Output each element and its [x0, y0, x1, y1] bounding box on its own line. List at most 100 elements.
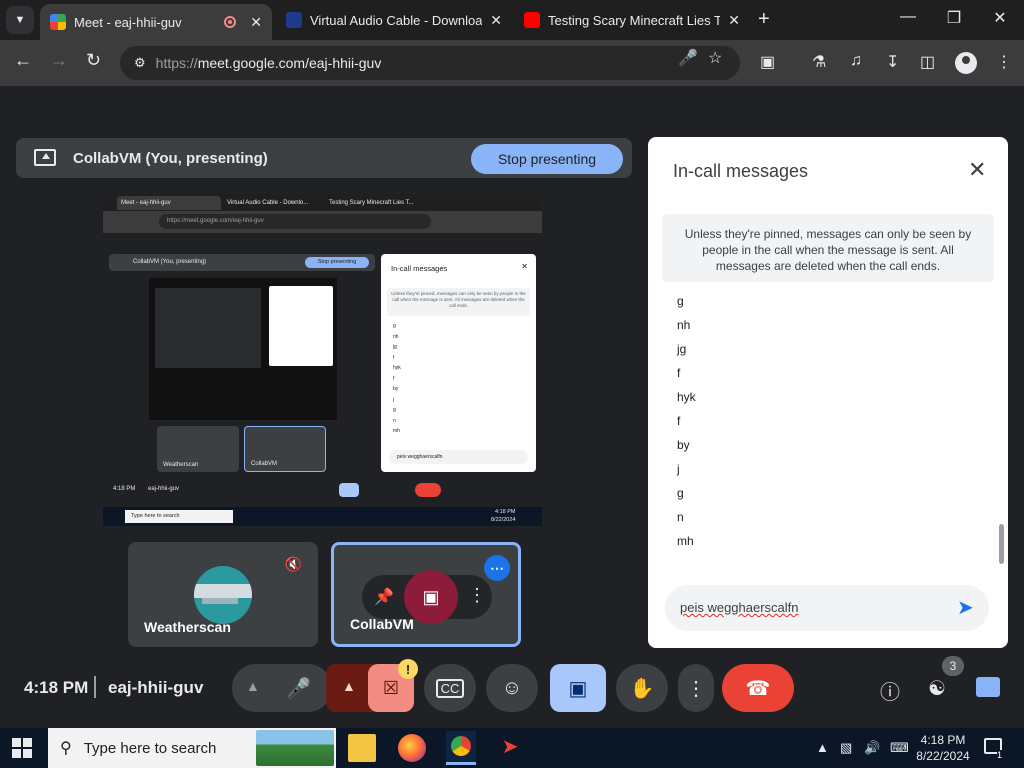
- preview-tab-strip: Meet - eaj-hhii-guv Virtual Audio Cable …: [103, 194, 542, 211]
- windows-start-icon[interactable]: [12, 738, 32, 758]
- keyboard-icon[interactable]: ⌨: [890, 740, 909, 756]
- preview-tab: Meet - eaj-hhii-guv: [117, 196, 221, 210]
- send-icon[interactable]: ➤: [957, 595, 974, 620]
- present-now-button[interactable]: ▣: [550, 664, 606, 712]
- closed-captions-icon: CC: [435, 678, 465, 698]
- tab-search-button[interactable]: ▼: [6, 6, 34, 34]
- preview-tile-name: CollabVM: [251, 461, 278, 467]
- file-explorer-icon[interactable]: [348, 734, 376, 762]
- preview-chat-panel: In-call messages ✕ Unless they're pinned…: [381, 254, 536, 472]
- preview-chat-note: Unless they're pinned, messages can only…: [387, 288, 530, 316]
- captions-button[interactable]: CC: [424, 664, 476, 712]
- mic-control-group: ▲ 🎤: [232, 664, 332, 712]
- stop-presenting-button[interactable]: Stop presenting: [471, 144, 623, 174]
- preview-stop-button: Stop presenting: [305, 257, 369, 268]
- tab-meet[interactable]: Meet - eaj-hhii-guv ✕: [40, 4, 272, 40]
- side-panel-icon[interactable]: ◫: [920, 52, 935, 72]
- chat-message-input[interactable]: peis wegghaerscalfn ➤: [665, 585, 989, 631]
- url-host: meet.google.com/eaj-hhii-guv: [197, 55, 382, 71]
- preview-time: 4:18 PM: [495, 509, 516, 515]
- mic-off-icon: 🔇: [284, 556, 302, 572]
- media-controls-icon[interactable]: ♫: [850, 52, 862, 70]
- reactions-button[interactable]: ☺: [486, 664, 538, 712]
- close-icon[interactable]: ✕: [968, 157, 986, 183]
- microphone-icon[interactable]: 🎤: [678, 48, 698, 68]
- chrome-icon[interactable]: [446, 731, 476, 765]
- vac-site-icon: [286, 12, 302, 28]
- back-button[interactable]: ←: [14, 50, 32, 71]
- preview-date: 8/22/2024: [491, 517, 516, 523]
- chevron-up-icon[interactable]: ▲: [342, 678, 356, 694]
- chat-title: In-call messages: [673, 161, 809, 181]
- chevron-up-icon[interactable]: ▲: [816, 740, 829, 755]
- divider: [94, 676, 96, 698]
- extensions-icon[interactable]: ▣: [760, 52, 775, 72]
- participant-tile-weatherscan[interactable]: 🔇 Weatherscan: [128, 542, 318, 647]
- volume-icon[interactable]: 🔊: [864, 740, 880, 756]
- minimize-button[interactable]: —: [898, 8, 918, 26]
- more-options-icon[interactable]: ⋮: [468, 585, 486, 606]
- windows-taskbar: ⚲ Type here to search ➤ ▲ ▧ 🔊 ⌨ 4:18 PM …: [0, 728, 1024, 768]
- meet-bottom-bar: 4:18 PM eaj-hhii-guv ▲ 🎤 ▲ ☒ CC ☺ ▣ ✋ ⋮ …: [0, 648, 1024, 728]
- close-window-button[interactable]: ✕: [990, 8, 1010, 28]
- tab-virtual-audio-cable[interactable]: Virtual Audio Cable - Download ✕: [276, 4, 512, 36]
- preview-message: hyk: [393, 365, 401, 371]
- app-pin-icon[interactable]: ➤: [496, 734, 524, 762]
- chat-scrollbar[interactable]: [999, 524, 1004, 564]
- chat-input-value: peis wegghaerscalfn: [680, 600, 799, 615]
- notification-count: 1: [997, 750, 1003, 760]
- new-tab-button[interactable]: +: [758, 8, 770, 31]
- chat-info-note: Unless they're pinned, messages can only…: [662, 214, 994, 282]
- pin-icon[interactable]: 📌: [374, 587, 394, 607]
- message-list: g nh jg f hyk f by j g n mh: [677, 293, 696, 557]
- close-icon[interactable]: ✕: [490, 12, 502, 29]
- taskbar-time[interactable]: 4:18 PM: [918, 733, 968, 747]
- reload-button[interactable]: ↻: [86, 50, 101, 71]
- close-icon[interactable]: ✕: [728, 12, 740, 29]
- forward-button[interactable]: →: [50, 50, 68, 71]
- preview-message: j: [393, 396, 395, 403]
- participant-tile-collabvm[interactable]: 📌 ▣ ⋮ ⋯ CollabVM: [331, 542, 521, 647]
- taskbar-date[interactable]: 8/22/2024: [912, 749, 974, 763]
- more-options-button[interactable]: ⋮: [678, 664, 714, 712]
- people-icon[interactable]: ☯: [928, 676, 946, 701]
- maximize-button[interactable]: ❐: [944, 8, 964, 28]
- download-icon[interactable]: ↧: [886, 52, 899, 72]
- end-call-button[interactable]: ☎: [722, 664, 794, 712]
- more-menu-icon[interactable]: ⋮: [996, 52, 1012, 72]
- chevron-down-icon: ▼: [14, 14, 26, 26]
- profile-avatar-icon[interactable]: [955, 52, 977, 74]
- taskbar-search-placeholder: Type here to search: [83, 739, 217, 757]
- preview-taskbar: Type here to search 4:18 PM 8/22/2024: [103, 507, 542, 526]
- raise-hand-button[interactable]: ✋: [616, 664, 668, 712]
- warning-badge: !: [398, 659, 418, 679]
- participant-name: CollabVM: [350, 616, 414, 632]
- preview-chat-input: peis wegghaerscalfn: [389, 450, 528, 464]
- site-settings-icon[interactable]: ⚙: [134, 55, 146, 71]
- address-bar[interactable]: ⚙ https://meet.google.com/eaj-hhii-guv: [120, 46, 740, 80]
- chat-message: by: [677, 438, 690, 452]
- tile-options-icon[interactable]: ⋯: [484, 555, 510, 581]
- preview-tab: Testing Scary Minecraft Lies T...: [329, 200, 414, 206]
- tab-youtube[interactable]: Testing Scary Minecraft Lies To ✕: [514, 4, 750, 36]
- chevron-up-icon[interactable]: ▲: [246, 678, 260, 694]
- recording-indicator-icon: [224, 16, 237, 28]
- present-screen-icon: ▣: [568, 677, 588, 700]
- close-icon[interactable]: ✕: [250, 14, 262, 31]
- chat-message: nh: [677, 318, 691, 332]
- meeting-info-icon[interactable]: ⓘ: [880, 676, 900, 705]
- presenting-label: CollabVM (You, presenting): [73, 150, 268, 167]
- labs-flask-icon[interactable]: ⚗: [812, 52, 826, 72]
- preview-message-list: g nh jg f hyk f by j g n mh: [393, 321, 401, 437]
- firefox-icon[interactable]: [398, 734, 426, 762]
- preview-chat-title: In-call messages: [391, 264, 448, 273]
- preview-end-call: [415, 483, 441, 497]
- bookmark-star-icon[interactable]: ☆: [708, 48, 722, 68]
- tab-title: Meet - eaj-hhii-guv: [74, 14, 182, 30]
- emoji-icon: ☺: [501, 676, 523, 699]
- network-icon[interactable]: ▧: [840, 740, 852, 756]
- chat-message: jg: [677, 342, 687, 356]
- chat-message: g: [677, 486, 684, 500]
- microphone-icon[interactable]: 🎤: [286, 676, 311, 701]
- chat-icon[interactable]: [976, 677, 1000, 697]
